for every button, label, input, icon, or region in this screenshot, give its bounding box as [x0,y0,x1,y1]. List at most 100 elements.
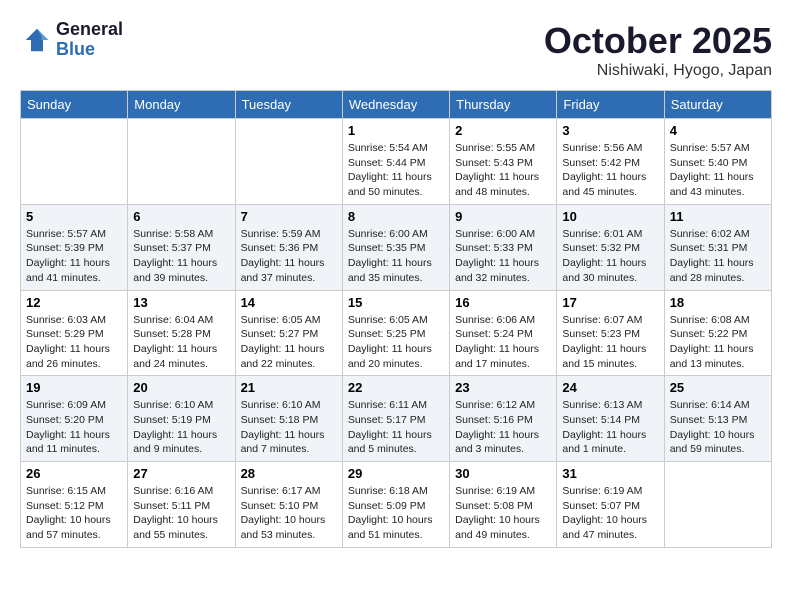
header: General Blue October 2025 Nishiwaki, Hyo… [20,20,772,80]
day-info: Sunrise: 6:15 AM Sunset: 5:12 PM Dayligh… [26,484,122,543]
day-number: 16 [455,295,551,310]
day-info: Sunrise: 6:05 AM Sunset: 5:25 PM Dayligh… [348,313,444,372]
column-header-monday: Monday [128,91,235,119]
day-cell: 20Sunrise: 6:10 AM Sunset: 5:19 PM Dayli… [128,376,235,462]
day-cell: 22 Sunrise: 6:11 AM Sunset: 5:17 PM Dayli… [342,376,449,462]
day-number: 29 [348,466,444,481]
day-cell: 8 Sunrise: 6:00 AM Sunset: 5:35 PM Daylig… [342,204,449,290]
day-cell: 23 Sunrise: 6:12 AM Sunset: 5:16 PM Dayli… [450,376,557,462]
day-info: Sunrise: 6:00 AM Sunset: 5:35 PM Dayligh… [348,227,444,286]
day-cell [21,119,128,205]
day-number: 15 [348,295,444,310]
day-cell: 24Sunrise: 6:13 AM Sunset: 5:14 PM Dayli… [557,376,664,462]
day-cell: 21Sunrise: 6:10 AM Sunset: 5:18 PM Dayli… [235,376,342,462]
day-number: 18 [670,295,766,310]
day-cell: 2 Sunrise: 5:55 AM Sunset: 5:43 PM Daylig… [450,119,557,205]
day-cell: 27Sunrise: 6:16 AM Sunset: 5:11 PM Dayli… [128,462,235,548]
day-number: 4 [670,123,766,138]
day-info: Sunrise: 6:10 AM Sunset: 5:19 PM Dayligh… [133,398,229,457]
day-info: Sunrise: 5:55 AM Sunset: 5:43 PM Dayligh… [455,141,551,200]
day-cell: 18 Sunrise: 6:08 AM Sunset: 5:22 PM Dayli… [664,290,771,376]
day-cell: 9 Sunrise: 6:00 AM Sunset: 5:33 PM Daylig… [450,204,557,290]
logo-line1: General [56,20,123,40]
day-number: 21 [241,380,337,395]
day-cell: 31 Sunrise: 6:19 AM Sunset: 5:07 PM Dayli… [557,462,664,548]
day-info: Sunrise: 6:02 AM Sunset: 5:31 PM Dayligh… [670,227,766,286]
day-number: 25 [670,380,766,395]
location: Nishiwaki, Hyogo, Japan [544,62,772,80]
day-info: Sunrise: 6:00 AM Sunset: 5:33 PM Dayligh… [455,227,551,286]
day-cell: 5Sunrise: 5:57 AM Sunset: 5:39 PM Daylig… [21,204,128,290]
day-info: Sunrise: 6:18 AM Sunset: 5:09 PM Dayligh… [348,484,444,543]
header-row: SundayMondayTuesdayWednesdayThursdayFrid… [21,91,772,119]
day-number: 17 [562,295,658,310]
title-block: October 2025 Nishiwaki, Hyogo, Japan [544,20,772,80]
day-number: 6 [133,209,229,224]
day-number: 26 [26,466,122,481]
day-info: Sunrise: 5:58 AM Sunset: 5:37 PM Dayligh… [133,227,229,286]
logo-icon [22,25,52,55]
week-row-2: 5Sunrise: 5:57 AM Sunset: 5:39 PM Daylig… [21,204,772,290]
day-info: Sunrise: 6:05 AM Sunset: 5:27 PM Dayligh… [241,313,337,372]
day-cell: 28Sunrise: 6:17 AM Sunset: 5:10 PM Dayli… [235,462,342,548]
day-number: 23 [455,380,551,395]
day-number: 8 [348,209,444,224]
day-number: 30 [455,466,551,481]
day-number: 11 [670,209,766,224]
day-info: Sunrise: 6:01 AM Sunset: 5:32 PM Dayligh… [562,227,658,286]
day-number: 19 [26,380,122,395]
day-number: 2 [455,123,551,138]
week-row-3: 12Sunrise: 6:03 AM Sunset: 5:29 PM Dayli… [21,290,772,376]
day-number: 3 [562,123,658,138]
day-info: Sunrise: 5:56 AM Sunset: 5:42 PM Dayligh… [562,141,658,200]
day-number: 31 [562,466,658,481]
day-cell [235,119,342,205]
day-number: 9 [455,209,551,224]
day-info: Sunrise: 6:11 AM Sunset: 5:17 PM Dayligh… [348,398,444,457]
day-info: Sunrise: 6:07 AM Sunset: 5:23 PM Dayligh… [562,313,658,372]
day-cell: 15 Sunrise: 6:05 AM Sunset: 5:25 PM Dayli… [342,290,449,376]
day-number: 5 [26,209,122,224]
day-info: Sunrise: 6:19 AM Sunset: 5:08 PM Dayligh… [455,484,551,543]
day-info: Sunrise: 6:17 AM Sunset: 5:10 PM Dayligh… [241,484,337,543]
day-number: 10 [562,209,658,224]
day-cell: 11 Sunrise: 6:02 AM Sunset: 5:31 PM Dayli… [664,204,771,290]
day-cell: 29 Sunrise: 6:18 AM Sunset: 5:09 PM Dayli… [342,462,449,548]
day-cell: 4 Sunrise: 5:57 AM Sunset: 5:40 PM Daylig… [664,119,771,205]
logo: General Blue [20,20,123,60]
day-number: 14 [241,295,337,310]
day-number: 13 [133,295,229,310]
day-cell: 25 Sunrise: 6:14 AM Sunset: 5:13 PM Dayli… [664,376,771,462]
day-number: 7 [241,209,337,224]
day-info: Sunrise: 6:14 AM Sunset: 5:13 PM Dayligh… [670,398,766,457]
week-row-1: 1Sunrise: 5:54 AM Sunset: 5:44 PM Daylig… [21,119,772,205]
day-info: Sunrise: 6:04 AM Sunset: 5:28 PM Dayligh… [133,313,229,372]
column-header-tuesday: Tuesday [235,91,342,119]
day-cell: 16Sunrise: 6:06 AM Sunset: 5:24 PM Dayli… [450,290,557,376]
day-cell: 26 Sunrise: 6:15 AM Sunset: 5:12 PM Dayli… [21,462,128,548]
column-header-friday: Friday [557,91,664,119]
day-info: Sunrise: 6:08 AM Sunset: 5:22 PM Dayligh… [670,313,766,372]
column-header-wednesday: Wednesday [342,91,449,119]
day-info: Sunrise: 6:09 AM Sunset: 5:20 PM Dayligh… [26,398,122,457]
calendar: SundayMondayTuesdayWednesdayThursdayFrid… [20,90,772,548]
day-info: Sunrise: 5:54 AM Sunset: 5:44 PM Dayligh… [348,141,444,200]
day-number: 24 [562,380,658,395]
day-cell: 12Sunrise: 6:03 AM Sunset: 5:29 PM Dayli… [21,290,128,376]
day-number: 27 [133,466,229,481]
day-cell: 17 Sunrise: 6:07 AM Sunset: 5:23 PM Dayli… [557,290,664,376]
day-cell: 30 Sunrise: 6:19 AM Sunset: 5:08 PM Dayli… [450,462,557,548]
week-row-5: 26 Sunrise: 6:15 AM Sunset: 5:12 PM Dayli… [21,462,772,548]
day-info: Sunrise: 6:12 AM Sunset: 5:16 PM Dayligh… [455,398,551,457]
day-cell: 6 Sunrise: 5:58 AM Sunset: 5:37 PM Daylig… [128,204,235,290]
column-header-saturday: Saturday [664,91,771,119]
day-number: 22 [348,380,444,395]
day-info: Sunrise: 6:19 AM Sunset: 5:07 PM Dayligh… [562,484,658,543]
day-number: 12 [26,295,122,310]
day-cell: 13 Sunrise: 6:04 AM Sunset: 5:28 PM Dayli… [128,290,235,376]
day-cell: 19 Sunrise: 6:09 AM Sunset: 5:20 PM Dayli… [21,376,128,462]
day-info: Sunrise: 5:59 AM Sunset: 5:36 PM Dayligh… [241,227,337,286]
day-info: Sunrise: 5:57 AM Sunset: 5:40 PM Dayligh… [670,141,766,200]
day-cell [664,462,771,548]
logo-line2: Blue [56,40,123,60]
